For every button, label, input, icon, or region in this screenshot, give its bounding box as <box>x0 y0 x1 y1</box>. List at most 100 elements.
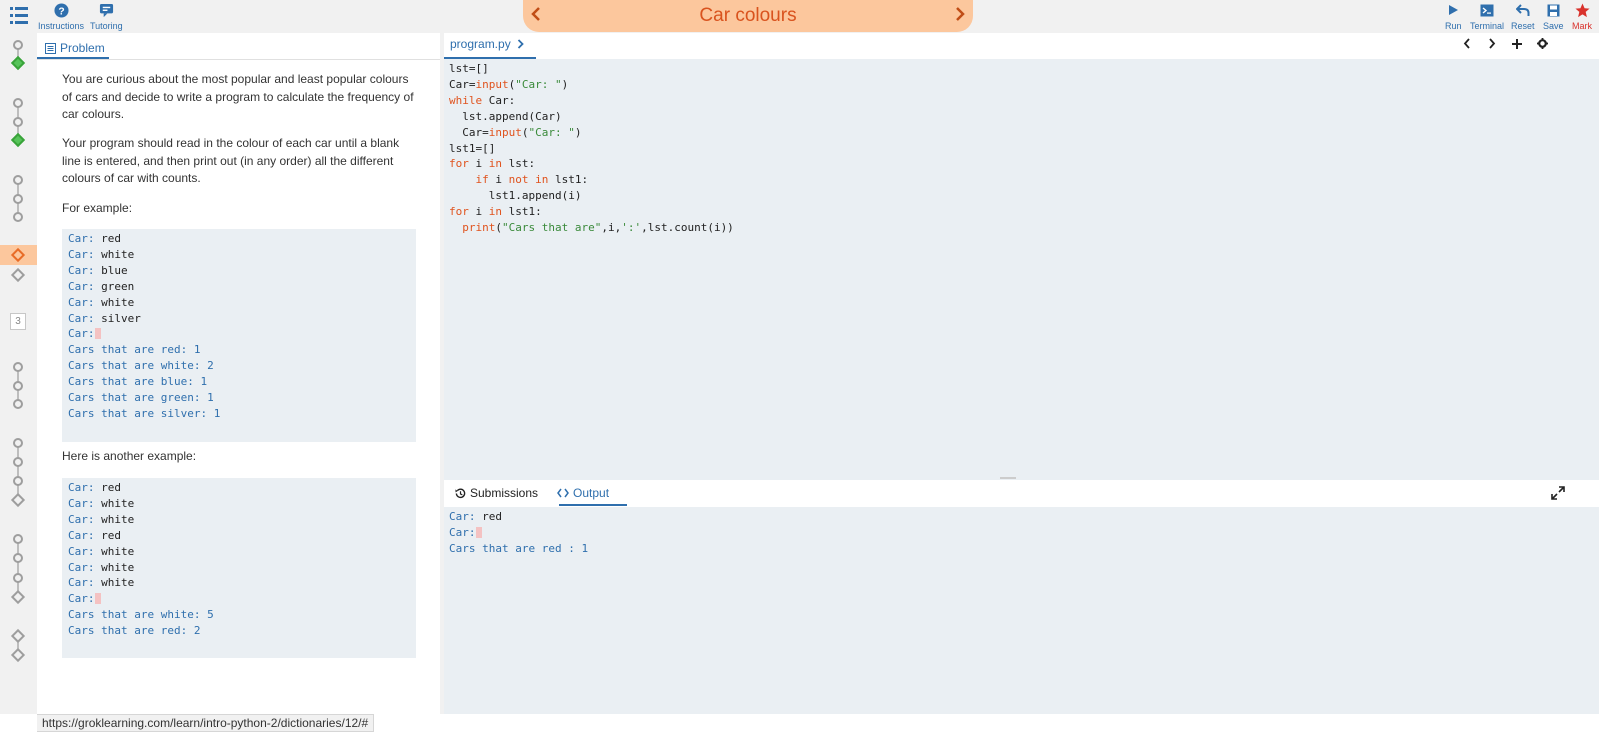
code-keyword: in <box>535 173 549 187</box>
step-complete-icon[interactable] <box>10 55 26 71</box>
step-node[interactable] <box>13 175 23 185</box>
example-line: Car: silver <box>68 311 410 327</box>
instructions-button[interactable]: ? Instructions <box>38 2 84 31</box>
console-prompt: Car: <box>68 295 102 309</box>
editor-settings-button[interactable] <box>1537 38 1548 52</box>
instructions-label: Instructions <box>38 21 85 31</box>
code-line[interactable]: lst1.append(i) <box>449 188 734 204</box>
example-line: Car: <box>68 591 410 607</box>
expand-button[interactable] <box>1551 486 1565 500</box>
status-bar-url: https://groklearning.com/learn/intro-pyt… <box>37 714 375 732</box>
console-prompt: Cars that are blue: 1 <box>68 375 208 389</box>
prev-file-button[interactable] <box>1463 38 1471 52</box>
code-text: i <box>468 157 489 171</box>
code-line[interactable]: lst=[] <box>449 61 734 77</box>
step-complete-icon[interactable] <box>10 132 26 148</box>
step-node[interactable] <box>13 381 23 391</box>
step-node[interactable] <box>13 399 23 409</box>
code-keyword: if <box>475 173 489 187</box>
console-input: red <box>101 528 121 542</box>
code-line[interactable]: for i in lst1: <box>449 204 734 220</box>
console-prompt: Cars that are white: 2 <box>68 359 214 373</box>
document-icon <box>45 42 56 54</box>
chevron-right-icon <box>956 7 965 21</box>
step-problem-icon[interactable] <box>10 267 26 283</box>
save-button[interactable]: Save <box>1543 2 1564 31</box>
output-line: Cars that are red : 1 <box>449 541 588 557</box>
code-line[interactable]: print("Cars that are",i,':',lst.count(i)… <box>449 220 734 236</box>
code-text: Car= <box>449 125 489 139</box>
mark-button[interactable]: Mark <box>1572 2 1592 31</box>
output-line: Car: <box>449 525 588 541</box>
code-string: "Car: " <box>528 125 575 139</box>
code-text: ) <box>574 125 582 139</box>
reset-label: Reset <box>1511 21 1535 31</box>
menu-icon[interactable] <box>10 7 28 25</box>
tab-problem[interactable]: Problem <box>39 37 111 59</box>
step-problem-icon[interactable] <box>10 628 26 644</box>
code-editor[interactable]: program.py lst=[] Car=input("Car: ") while… <box>444 33 1599 480</box>
console-prompt: Cars that are green: 1 <box>68 391 214 405</box>
code-line[interactable]: while Car: <box>449 93 734 109</box>
code-line[interactable]: if i not in lst1: <box>449 172 734 188</box>
example-line: Car: red <box>68 528 410 544</box>
step-node[interactable] <box>13 362 23 372</box>
console-prompt: Car: <box>449 510 483 523</box>
step-node[interactable] <box>13 194 23 204</box>
resize-handle[interactable] <box>1000 477 1016 479</box>
step-node[interactable] <box>13 553 23 563</box>
console-prompt: Car: <box>68 311 102 325</box>
console-prompt: Car: <box>68 512 102 526</box>
code-line[interactable]: lst1=[] <box>449 141 734 157</box>
step-node[interactable] <box>13 573 23 583</box>
active-tab-indicator <box>559 504 627 506</box>
reset-button[interactable]: Reset <box>1511 2 1535 31</box>
gear-icon <box>1537 38 1548 49</box>
code-text: Car: <box>482 93 516 107</box>
step-node[interactable] <box>13 40 23 50</box>
step-node[interactable] <box>13 438 23 448</box>
step-node[interactable] <box>13 117 23 127</box>
example-line: Cars that are white: 2 <box>68 358 410 374</box>
step-node[interactable] <box>13 98 23 108</box>
console-input: green <box>101 279 135 293</box>
step-node[interactable] <box>13 476 23 486</box>
code-keyword: while <box>449 93 483 107</box>
console-prompt: Car: <box>68 496 102 510</box>
code-text: lst1: <box>548 173 589 187</box>
run-button[interactable]: Run <box>1445 2 1462 31</box>
console-input: white <box>101 247 135 261</box>
step-node[interactable] <box>13 212 23 222</box>
example-line: Car: white <box>68 544 410 560</box>
console-prompt: Car: <box>68 247 102 261</box>
code-keyword: not <box>508 173 529 187</box>
tab-submissions[interactable]: Submissions <box>455 486 538 500</box>
code-text: lst: <box>502 157 536 171</box>
code-line[interactable]: for i in lst: <box>449 156 734 172</box>
tutoring-button[interactable]: Tutoring <box>90 2 123 31</box>
code-line[interactable]: Car=input("Car: ") <box>449 77 734 93</box>
console-input: white <box>101 560 135 574</box>
example-line: Car: white <box>68 575 410 591</box>
step-problem-icon[interactable] <box>10 492 26 508</box>
step-problem-icon[interactable] <box>10 589 26 605</box>
code-line[interactable]: lst.append(Car) <box>449 109 734 125</box>
tab-output[interactable]: Output <box>557 486 609 500</box>
example-line: Cars that are blue: 1 <box>68 374 410 390</box>
code-text: lst=[] <box>449 62 489 75</box>
code-area[interactable]: lst=[] Car=input("Car: ") while Car: lst.a… <box>449 61 734 236</box>
example-line: Cars that are white: 5 <box>68 607 410 623</box>
step-node[interactable] <box>13 534 23 544</box>
console-prompt: Car: <box>68 560 102 574</box>
tab-program-file[interactable]: program.py <box>450 37 524 51</box>
code-line[interactable]: Car=input("Car: ") <box>449 125 734 141</box>
code-text: ,lst.count(i)) <box>641 221 734 235</box>
step-node[interactable] <box>13 457 23 467</box>
next-problem-button[interactable] <box>955 7 965 26</box>
terminal-button[interactable]: Terminal <box>1470 2 1504 31</box>
next-file-button[interactable] <box>1488 38 1496 52</box>
step-problem-icon[interactable] <box>10 647 26 663</box>
add-file-button[interactable] <box>1512 38 1522 52</box>
console-input: white <box>101 576 135 590</box>
code-keyword: print <box>462 221 496 235</box>
